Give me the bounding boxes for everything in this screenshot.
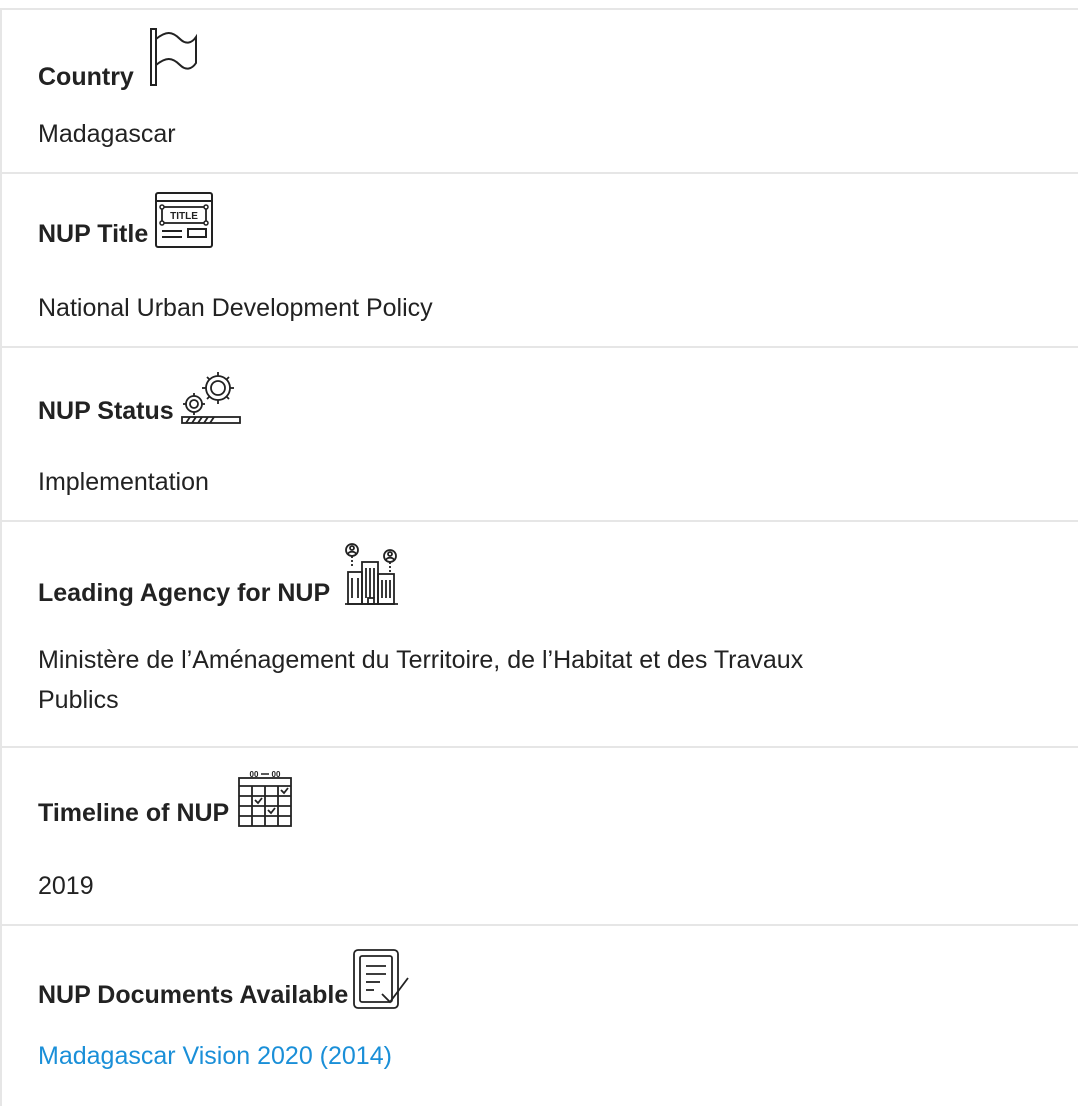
- nup-status-value: Implementation: [38, 468, 209, 496]
- leading-agency-value-line2: Publics: [38, 686, 119, 714]
- row-nup-status: NUP Status Implementation: [2, 348, 1078, 522]
- leading-agency-label: Leading Agency for NUP: [38, 579, 331, 607]
- nup-info-card: Country Madagascar NUP Title TITLE Natio…: [0, 8, 1078, 1106]
- nup-title-label: NUP Title: [38, 220, 149, 248]
- country-value: Madagascar: [38, 120, 176, 148]
- nup-documents-heading: NUP Documents Available: [38, 948, 412, 1012]
- nup-documents-value: Madagascar Vision 2020 (2014): [38, 1036, 392, 1076]
- leading-agency-value: Ministère de l’Aménagement du Territoire…: [38, 640, 1038, 720]
- row-timeline: Timeline of NUP 00 00 2019: [2, 748, 1078, 926]
- flag-icon: [148, 27, 198, 87]
- leading-agency-value-line1: Ministère de l’Aménagement du Territoire…: [38, 646, 804, 674]
- country-label: Country: [38, 63, 134, 91]
- nup-title-heading: NUP Title TITLE: [38, 191, 214, 249]
- row-nup-title: NUP Title TITLE National Urban Developme…: [2, 174, 1078, 348]
- timeline-value: 2019: [38, 872, 94, 900]
- leading-agency-heading: Leading Agency for NUP: [38, 542, 400, 608]
- row-nup-documents: NUP Documents Available Madagascar Visio…: [2, 926, 1078, 1106]
- country-heading: Country: [38, 27, 198, 91]
- madagascar-vision-link[interactable]: Madagascar Vision 2020 (2014): [38, 1042, 392, 1070]
- calendar-icon-text-right: 00: [272, 770, 281, 779]
- calendar-icon-text-left: 00: [250, 770, 259, 779]
- row-leading-agency: Leading Agency for NUP Ministère de l’Am…: [2, 522, 1078, 748]
- timeline-heading: Timeline of NUP 00 00: [38, 770, 293, 828]
- title-icon-text: TITLE: [170, 211, 198, 222]
- row-country: Country Madagascar: [2, 10, 1078, 174]
- city-agency-icon: [344, 542, 400, 608]
- nup-status-heading: NUP Status: [38, 370, 242, 426]
- title-window-icon: TITLE: [154, 191, 214, 249]
- gears-progress-icon: [180, 370, 242, 426]
- calendar-icon: 00 00: [237, 770, 293, 828]
- nup-documents-label: NUP Documents Available: [38, 981, 349, 1009]
- nup-status-label: NUP Status: [38, 397, 174, 425]
- nup-title-value: National Urban Development Policy: [38, 294, 433, 322]
- document-check-icon: [352, 948, 412, 1012]
- timeline-label: Timeline of NUP: [38, 799, 230, 827]
